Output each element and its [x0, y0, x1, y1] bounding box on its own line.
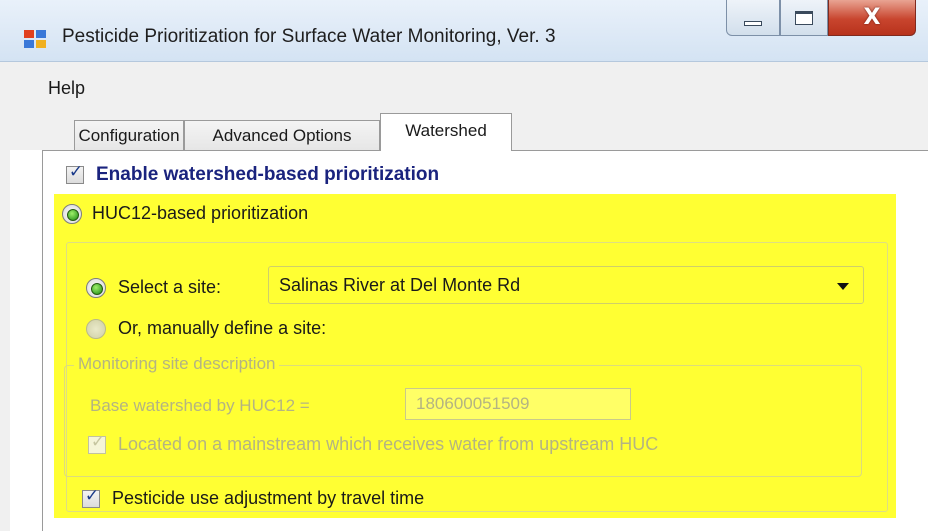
manual-site-option[interactable]: Or, manually define a site:	[86, 318, 326, 339]
mainstream-label: Located on a mainstream which receives w…	[118, 434, 659, 454]
mainstream-checkbox: ✓	[88, 432, 106, 454]
tab-watershed[interactable]: Watershed	[380, 113, 512, 151]
close-icon: X	[863, 4, 881, 30]
travel-time-checkbox[interactable]: ✓	[82, 486, 100, 508]
maximize-button[interactable]	[780, 0, 828, 36]
monitoring-site-legend: Monitoring site description	[74, 354, 280, 374]
base-watershed-field: 180600051509	[405, 388, 631, 420]
enable-watershed-checkbox[interactable]: ✓	[66, 162, 84, 184]
chevron-down-icon[interactable]	[837, 283, 849, 290]
huc12-label: HUC12-based prioritization	[92, 203, 309, 223]
mainstream-option: ✓ Located on a mainstream which receives…	[88, 432, 659, 455]
select-site-radio[interactable]	[86, 277, 106, 298]
tab-advanced-options[interactable]: Advanced Options	[184, 120, 380, 150]
enable-watershed-label: Enable watershed-based prioritization	[96, 164, 440, 185]
app-icon	[24, 30, 46, 48]
select-site-label: Select a site:	[118, 277, 222, 297]
check-icon: ✓	[68, 162, 84, 182]
site-dropdown-value: Salinas River at Del Monte Rd	[279, 275, 521, 295]
huc12-radio[interactable]	[62, 203, 82, 224]
close-button[interactable]: X	[828, 0, 916, 36]
check-icon: ✓	[84, 485, 100, 506]
monitoring-site-groupbox	[64, 365, 862, 477]
check-icon: ✓	[90, 431, 106, 452]
menu-bar: Help	[0, 62, 928, 110]
maximize-icon	[795, 10, 813, 25]
minimize-button[interactable]	[726, 0, 780, 36]
huc12-option[interactable]: HUC12-based prioritization	[62, 203, 308, 224]
base-watershed-label: Base watershed by HUC12 =	[90, 396, 310, 415]
enable-watershed-row[interactable]: ✓ Enable watershed-based prioritization	[66, 162, 440, 186]
manual-site-label: Or, manually define a site:	[118, 318, 327, 338]
select-site-option[interactable]: Select a site:	[86, 277, 221, 298]
menu-item-help[interactable]: Help	[48, 78, 85, 99]
tab-configuration[interactable]: Configuration	[74, 120, 184, 150]
manual-site-radio[interactable]	[86, 318, 106, 339]
app-window: Pesticide Prioritization for Surface Wat…	[0, 0, 928, 531]
minimize-icon	[744, 21, 762, 26]
travel-time-option[interactable]: ✓ Pesticide use adjustment by travel tim…	[82, 486, 425, 509]
site-dropdown[interactable]: Salinas River at Del Monte Rd	[268, 266, 864, 304]
window-title: Pesticide Prioritization for Surface Wat…	[62, 26, 556, 47]
travel-time-label: Pesticide use adjustment by travel time	[112, 488, 425, 508]
title-bar[interactable]: Pesticide Prioritization for Surface Wat…	[0, 0, 928, 62]
